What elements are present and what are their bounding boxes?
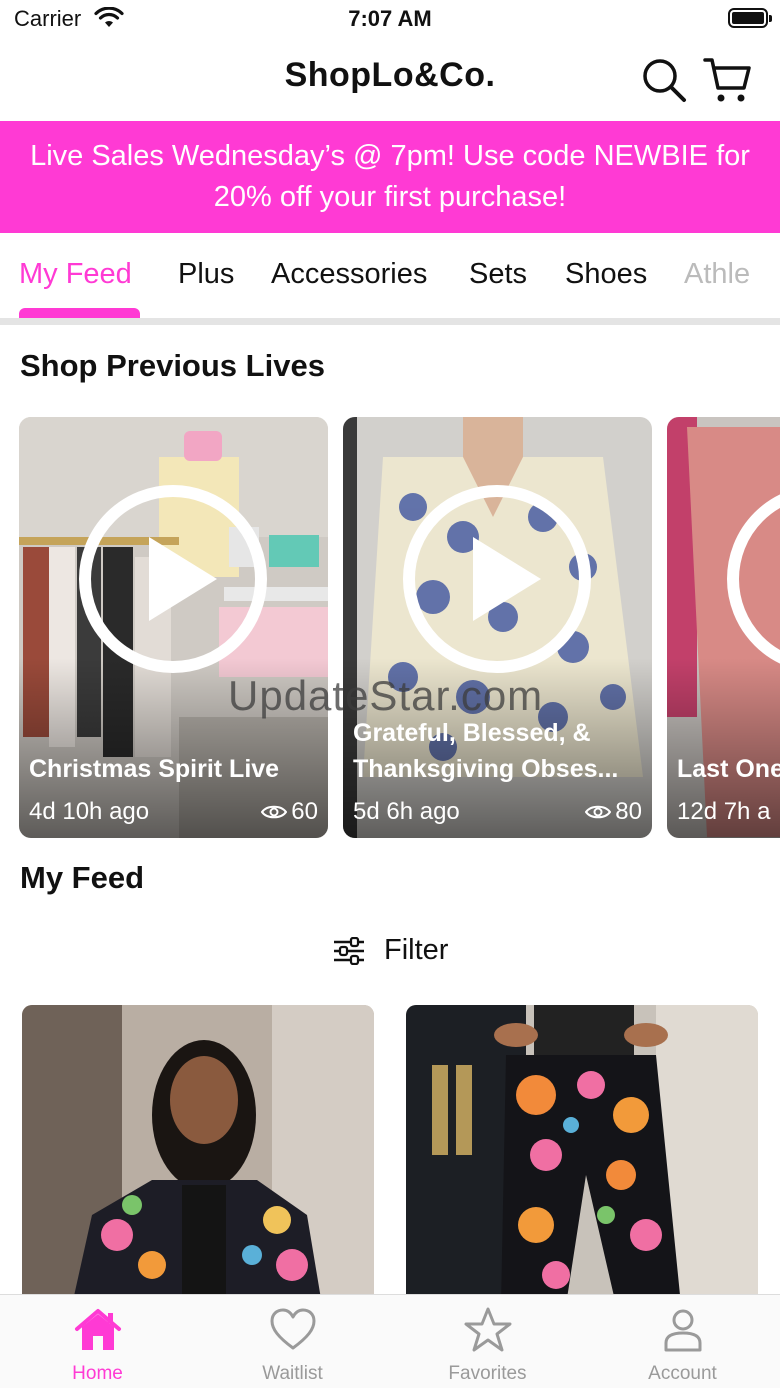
live-title-line-1: Grateful, Blessed, &: [353, 719, 591, 747]
status-bar: Carrier 7:07 AM: [0, 0, 780, 40]
tab-plus[interactable]: Plus: [178, 258, 234, 291]
product-image: [22, 1005, 374, 1305]
nav-waitlist-label: Waitlist: [262, 1363, 323, 1384]
tabs-divider: [0, 318, 780, 325]
live-meta: 5d 6h ago 80: [353, 798, 642, 826]
view-count: 80: [585, 798, 642, 826]
product-card[interactable]: [406, 1005, 758, 1305]
live-time-ago: 4d 10h ago: [29, 798, 150, 825]
previous-lives-heading: Shop Previous Lives: [20, 348, 325, 383]
live-title: Christmas Spirit Live: [29, 755, 280, 783]
clock: 7:07 AM: [348, 6, 432, 31]
nav-favorites[interactable]: Favorites: [390, 1295, 585, 1388]
category-tabs: My Feed Plus Accessories Sets Shoes Athl…: [0, 234, 780, 320]
sliders-icon: [334, 936, 364, 965]
tab-shoes[interactable]: Shoes: [565, 258, 647, 291]
live-time-ago: 12d 7h a: [677, 798, 771, 825]
filter-bar: Filter: [0, 928, 780, 976]
live-card[interactable]: Last One 12d 7h a: [667, 417, 780, 838]
nav-home-label: Home: [72, 1363, 123, 1384]
nav-waitlist[interactable]: Waitlist: [195, 1295, 390, 1388]
bottom-nav: Home Waitlist Favorites Account: [0, 1294, 780, 1388]
live-title: Last One: [677, 755, 780, 783]
nav-favorites-label: Favorites: [448, 1363, 527, 1384]
filter-button[interactable]: Filter: [332, 934, 448, 967]
product-card[interactable]: [22, 1005, 374, 1305]
live-title-line-2: Thanksgiving Obses...: [353, 755, 619, 783]
eye-icon: [585, 805, 612, 819]
star-icon: [464, 1307, 512, 1352]
home-icon: [75, 1309, 121, 1350]
filter-label: Filter: [384, 934, 449, 966]
battery-icon: [728, 8, 772, 28]
previous-lives-carousel[interactable]: Christmas Spirit Live 4d 10h ago 60 Grat…: [0, 417, 780, 838]
live-time-ago: 5d 6h ago: [353, 798, 460, 825]
play-icon[interactable]: [403, 485, 591, 673]
person-icon: [664, 1309, 702, 1352]
promo-line-2: 20% off your first purchase!: [213, 181, 567, 213]
heart-icon: [270, 1308, 316, 1350]
tab-sets[interactable]: Sets: [469, 258, 527, 291]
watermark: UpdateStar.com: [228, 672, 544, 719]
tab-my-feed[interactable]: My Feed: [19, 258, 132, 291]
view-count: 60: [261, 798, 318, 826]
live-meta: 4d 10h ago 60: [29, 798, 318, 826]
eye-icon: [261, 805, 288, 819]
app-header: ShopLo&Co.: [0, 40, 780, 121]
search-icon[interactable]: [640, 56, 688, 104]
play-icon[interactable]: [79, 485, 267, 673]
product-image: [406, 1005, 758, 1305]
promo-line-1: Live Sales Wednesday’s @ 7pm! Use code N…: [30, 140, 750, 172]
tab-accessories[interactable]: Accessories: [271, 258, 427, 291]
nav-account-label: Account: [648, 1363, 717, 1384]
promo-banner[interactable]: Live Sales Wednesday’s @ 7pm! Use code N…: [0, 121, 780, 233]
live-meta: 12d 7h a: [677, 798, 780, 826]
nav-account[interactable]: Account: [585, 1295, 780, 1388]
tab-athleisure[interactable]: Athle: [684, 258, 750, 291]
live-card[interactable]: Grateful, Blessed, & Thanksgiving Obses.…: [343, 417, 652, 838]
live-card[interactable]: Christmas Spirit Live 4d 10h ago 60: [19, 417, 328, 838]
nav-home[interactable]: Home: [0, 1295, 195, 1388]
cart-icon[interactable]: [702, 54, 754, 106]
feed-heading: My Feed: [20, 860, 145, 895]
